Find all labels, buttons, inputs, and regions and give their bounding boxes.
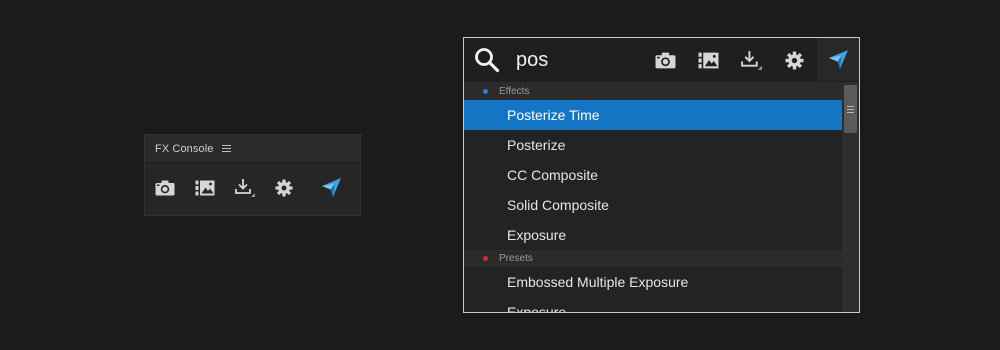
list-item-label: Embossed Multiple Exposure <box>507 274 689 290</box>
panel-toolbar <box>145 163 360 217</box>
search-bar <box>464 38 859 83</box>
section-label: Effects <box>499 86 530 97</box>
fx-console-panel: FX Console <box>144 134 361 216</box>
list-item[interactable]: Exposure <box>464 220 842 250</box>
fx-console-logo-icon[interactable] <box>318 175 344 201</box>
section-header-effects: Effects <box>464 83 842 100</box>
results-list: Effects Posterize Time Posterize CC Comp… <box>464 83 842 313</box>
list-item[interactable]: Exposure <box>464 297 842 313</box>
hamburger-menu-icon[interactable] <box>222 144 232 153</box>
list-item-label: Exposure <box>507 304 567 313</box>
desktop-background: FX Console pos Effects Posterize Time Po… <box>0 0 1000 350</box>
scrollbar[interactable] <box>842 83 859 312</box>
effects-dot-icon <box>483 89 488 94</box>
list-item[interactable]: Posterize Time <box>464 100 842 130</box>
list-item-label: Posterize <box>507 137 566 153</box>
presets-dot-icon <box>483 256 488 261</box>
list-item-label: Posterize Time <box>507 107 600 123</box>
section-label: Presets <box>499 253 533 264</box>
list-item-label: Solid Composite <box>507 197 609 213</box>
gallery-icon[interactable] <box>693 46 723 74</box>
list-item[interactable]: Solid Composite <box>464 190 842 220</box>
list-item[interactable]: CC Composite <box>464 160 842 190</box>
list-item-label: Exposure <box>507 227 567 243</box>
download-icon[interactable] <box>736 46 766 74</box>
list-item[interactable]: Embossed Multiple Exposure <box>464 267 842 297</box>
fx-search-popup: Effects Posterize Time Posterize CC Comp… <box>463 37 860 313</box>
panel-title: FX Console <box>155 142 214 155</box>
camera-icon[interactable] <box>650 46 680 74</box>
gear-icon[interactable] <box>272 177 296 199</box>
search-icon <box>474 47 500 73</box>
fx-console-logo-icon[interactable] <box>817 38 859 81</box>
section-header-presets: Presets <box>464 250 842 267</box>
gear-icon[interactable] <box>779 46 809 74</box>
camera-icon[interactable] <box>153 177 177 199</box>
gallery-icon[interactable] <box>193 177 217 199</box>
download-icon[interactable] <box>232 176 258 200</box>
panel-header: FX Console <box>145 135 360 163</box>
search-input[interactable] <box>516 46 626 74</box>
scroll-thumb[interactable] <box>844 85 857 133</box>
list-item-label: CC Composite <box>507 167 599 183</box>
list-item[interactable]: Posterize <box>464 130 842 160</box>
